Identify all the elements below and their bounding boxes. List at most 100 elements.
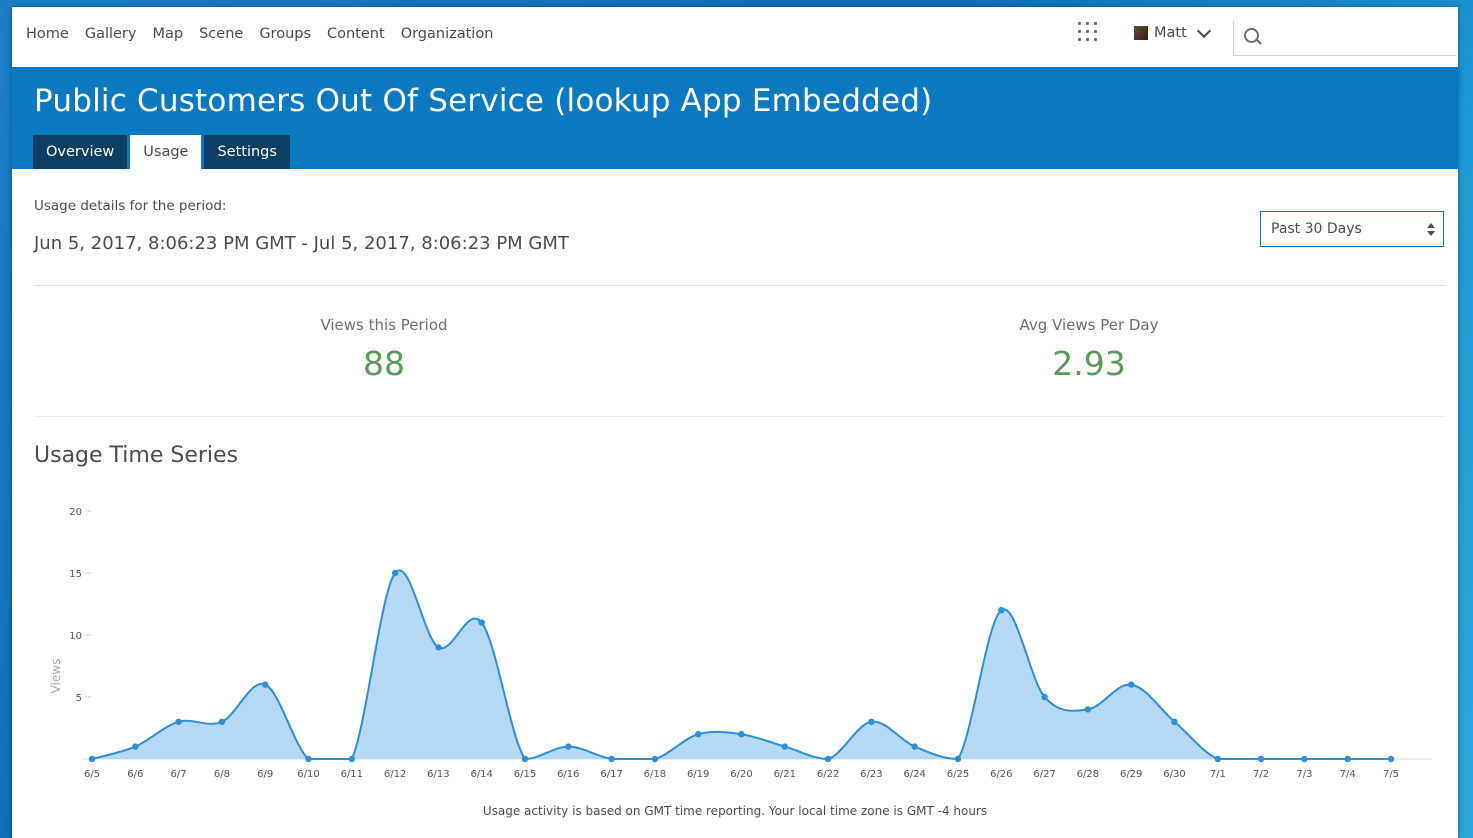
x-tick-label: 6/8 xyxy=(214,769,230,780)
x-tick-label: 6/28 xyxy=(1077,769,1099,780)
timezone-footnote: Usage activity is based on GMT time repo… xyxy=(482,804,988,818)
data-point[interactable] xyxy=(1214,755,1222,763)
data-point[interactable] xyxy=(998,607,1005,614)
data-point[interactable] xyxy=(911,743,918,750)
period-label: Usage details for the period: xyxy=(34,198,227,214)
x-tick-label: 6/24 xyxy=(903,769,925,780)
data-point[interactable] xyxy=(1387,755,1395,763)
x-tick-label: 6/30 xyxy=(1163,769,1185,780)
x-tick-label: 6/20 xyxy=(730,769,752,780)
avg-views-value: 2.93 xyxy=(1052,344,1126,383)
x-tick-label: 6/14 xyxy=(470,769,492,780)
x-tick-label: 6/19 xyxy=(687,769,709,780)
y-tick-label: 5 xyxy=(76,693,82,704)
app-launcher-icon[interactable] xyxy=(1078,22,1102,46)
data-point[interactable] xyxy=(391,569,399,577)
divider xyxy=(34,416,1446,417)
period-select[interactable]: Past 30 Days xyxy=(1260,211,1444,247)
data-point[interactable] xyxy=(738,731,745,738)
nav-home[interactable]: Home xyxy=(26,26,69,42)
data-point[interactable] xyxy=(478,619,485,626)
avg-views-label: Avg Views Per Day xyxy=(1019,316,1159,334)
data-point[interactable] xyxy=(1344,755,1351,763)
search-icon[interactable] xyxy=(1244,28,1259,43)
divider xyxy=(34,285,1446,286)
y-tick-label: 20 xyxy=(69,507,82,518)
x-tick-label: 6/21 xyxy=(774,769,796,780)
data-point[interactable] xyxy=(1301,755,1308,763)
period-select-value: Past 30 Days xyxy=(1271,221,1362,237)
y-tick-label: 15 xyxy=(69,569,82,580)
x-tick-label: 6/22 xyxy=(817,769,839,780)
data-point[interactable] xyxy=(608,755,615,763)
x-tick-label: 6/6 xyxy=(127,769,143,780)
data-point[interactable] xyxy=(218,718,226,725)
tab-overview[interactable]: Overview xyxy=(33,135,128,169)
tab-settings[interactable]: Settings xyxy=(204,135,290,169)
x-tick-label: 6/27 xyxy=(1033,769,1055,780)
views-value: 88 xyxy=(363,344,405,383)
data-point[interactable] xyxy=(435,644,442,651)
x-tick-label: 7/2 xyxy=(1253,769,1269,780)
series-area xyxy=(92,570,1391,759)
views-stat: Views this Period 88 xyxy=(234,316,534,383)
data-point[interactable] xyxy=(88,755,96,763)
data-point[interactable] xyxy=(348,755,355,763)
data-point[interactable] xyxy=(262,681,269,688)
x-tick-label: 7/4 xyxy=(1340,769,1356,780)
usage-chart: 5 10 15 20 Views 6/5 6/6 6/7 6/8 6/9 6/10 6/11 6/12 6… xyxy=(49,507,1432,780)
data-point[interactable] xyxy=(175,718,182,725)
nav-map[interactable]: Map xyxy=(152,26,183,42)
section-title: Usage Time Series xyxy=(34,443,239,468)
data-point[interactable] xyxy=(1041,693,1048,701)
data-point[interactable] xyxy=(132,743,139,750)
y-axis-label: Views xyxy=(49,659,63,694)
search-input[interactable] xyxy=(1264,26,1453,50)
x-tick-label: 6/11 xyxy=(341,769,363,780)
data-point[interactable] xyxy=(781,743,788,750)
data-point[interactable] xyxy=(521,755,529,763)
nav-gallery[interactable]: Gallery xyxy=(85,26,137,42)
select-arrows-icon xyxy=(1427,223,1435,237)
x-tick-label: 6/13 xyxy=(427,769,449,780)
user-menu[interactable]: Matt xyxy=(1134,23,1211,41)
nav-content[interactable]: Content xyxy=(327,26,385,42)
data-point[interactable] xyxy=(1257,755,1265,763)
data-point[interactable] xyxy=(1171,718,1178,725)
tab-usage[interactable]: Usage xyxy=(130,135,202,169)
x-tick-label: 6/18 xyxy=(644,769,666,780)
data-point[interactable] xyxy=(954,755,962,763)
top-navigation: Home Gallery Map Scene Groups Content Or… xyxy=(12,7,1458,67)
nav-scene[interactable]: Scene xyxy=(199,26,243,42)
x-tick-label: 7/3 xyxy=(1296,769,1312,780)
x-tick-label: 6/16 xyxy=(557,769,579,780)
nav-organization[interactable]: Organization xyxy=(401,26,494,42)
x-tick-label: 6/23 xyxy=(860,769,882,780)
data-point[interactable] xyxy=(695,731,702,738)
avg-views-stat: Avg Views Per Day 2.93 xyxy=(939,316,1239,383)
period-range: Jun 5, 2017, 8:06:23 PM GMT - Jul 5, 201… xyxy=(34,233,569,254)
nav-groups[interactable]: Groups xyxy=(259,26,311,42)
views-label: Views this Period xyxy=(320,316,448,334)
x-tick-label: 6/29 xyxy=(1120,769,1142,780)
tab-bar: Overview Usage Settings xyxy=(33,135,290,169)
x-tick-label: 6/26 xyxy=(990,769,1012,780)
chevron-down-icon xyxy=(1196,23,1211,39)
x-tick-label: 6/10 xyxy=(297,769,319,780)
x-tick-label: 6/25 xyxy=(947,769,969,780)
x-tick-label: 6/9 xyxy=(257,769,273,780)
data-point[interactable] xyxy=(305,755,312,763)
data-point[interactable] xyxy=(651,755,659,763)
data-point[interactable] xyxy=(1128,681,1135,688)
x-tick-label: 6/17 xyxy=(600,769,622,780)
data-point[interactable] xyxy=(824,755,832,763)
x-tick-label: 7/5 xyxy=(1383,769,1399,780)
app-window: Home Gallery Map Scene Groups Content Or… xyxy=(12,7,1458,838)
data-point[interactable] xyxy=(1084,706,1092,713)
data-point[interactable] xyxy=(565,743,572,750)
data-point[interactable] xyxy=(868,718,875,725)
search-box xyxy=(1233,21,1456,56)
nav-menu: Home Gallery Map Scene Groups Content Or… xyxy=(26,26,509,42)
item-banner: Public Customers Out Of Service (lookup … xyxy=(12,67,1458,169)
avatar xyxy=(1134,26,1148,40)
